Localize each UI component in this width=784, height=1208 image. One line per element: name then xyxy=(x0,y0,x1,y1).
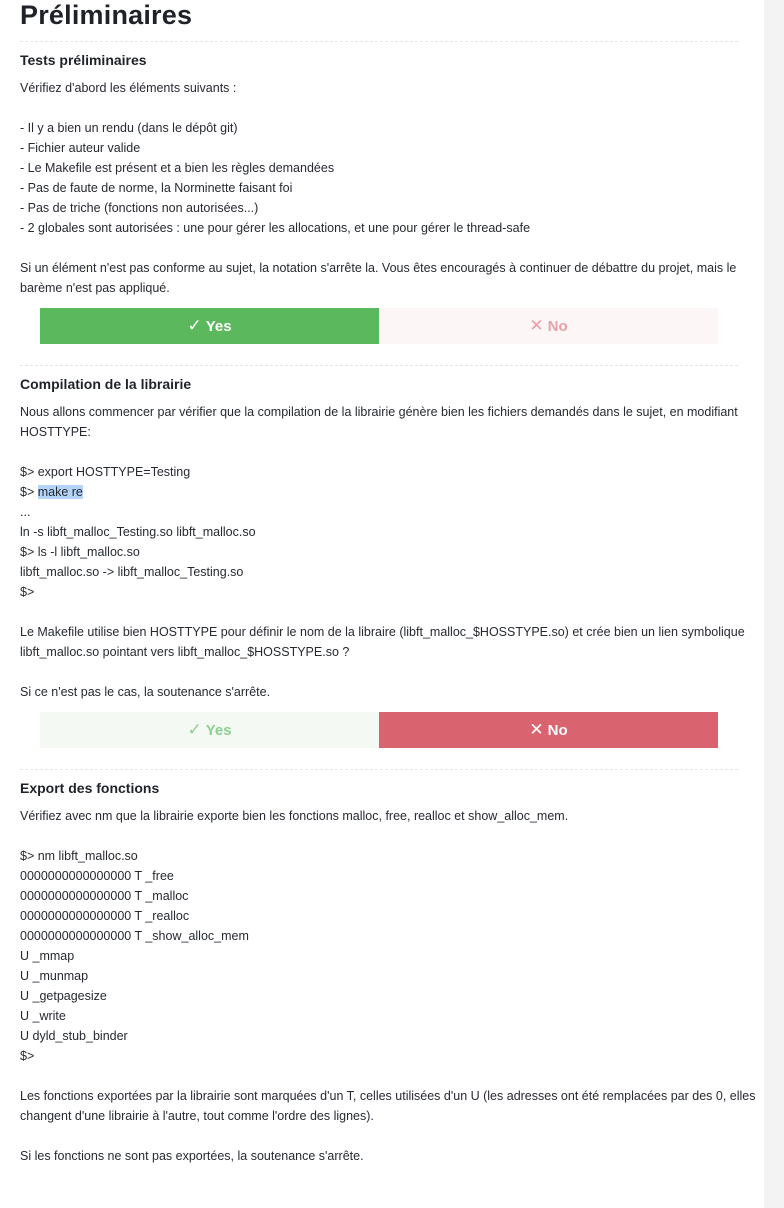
text-line: - Il y a bien un rendu (dans le dépôt gi… xyxy=(20,121,238,135)
text-line: Si un élément n'est pas conforme au suje… xyxy=(20,261,737,275)
text-line: U _mmap xyxy=(20,949,75,963)
selected-text[interactable]: make re xyxy=(37,485,83,499)
section-body-intro: Nous allons commencer par vérifier que l… xyxy=(20,402,738,482)
text-line: - Pas de triche (fonctions non autorisée… xyxy=(20,201,259,215)
text-line: $> xyxy=(20,585,35,599)
section-divider xyxy=(20,365,738,366)
text-line: libft_malloc.so -> libft_malloc_Testing.… xyxy=(20,565,244,579)
text-line: 0000000000000000 T _free xyxy=(20,869,174,883)
section-compilation: Compilation de la librairie Nous allons … xyxy=(20,374,745,748)
text-line: $> ls -l libft_malloc.so xyxy=(20,545,140,559)
text-line: U _write xyxy=(20,1009,66,1023)
yes-label: Yes xyxy=(205,721,232,739)
no-label: No xyxy=(547,317,568,335)
section-tests-preliminaires: Tests préliminaires Vérifiez d'abord les… xyxy=(20,50,738,344)
text-line: 0000000000000000 T _realloc xyxy=(20,909,190,923)
text-line: HOSTTYPE: xyxy=(20,425,91,439)
text-line: libft_malloc.so pointant vers libft_mall… xyxy=(20,645,350,659)
section-body: Vérifiez d'abord les éléments suivants :… xyxy=(20,78,738,298)
section-divider xyxy=(20,41,738,42)
text-line: - Pas de faute de norme, la Norminette f… xyxy=(20,181,293,195)
command-prefix: $> xyxy=(20,485,38,499)
text-line: - Fichier auteur valide xyxy=(20,141,141,155)
text-line: $> export HOSTTYPE=Testing xyxy=(20,465,191,479)
text-line: $> nm libft_malloc.so xyxy=(20,849,138,863)
text-line: U _getpagesize xyxy=(20,989,107,1003)
text-line: U dyld_stub_binder xyxy=(20,1029,128,1043)
text-line: $> xyxy=(20,1049,35,1063)
text-line: - 2 globales sont autorisées : une pour … xyxy=(20,221,531,235)
section-export: Export des fonctions Vérifiez avec nm qu… xyxy=(20,778,756,1166)
section-body: ... ln -s libft_malloc_Testing.so libft_m… xyxy=(20,502,745,702)
text-line: - Le Makefile est présent et a bien les … xyxy=(20,161,335,175)
text-line: Si les fonctions ne sont pas exportées, … xyxy=(20,1149,364,1163)
command-line: $> make re xyxy=(20,482,738,502)
section-title: Export des fonctions xyxy=(20,780,160,796)
section-body: Vérifiez avec nm que la librairie export… xyxy=(20,806,756,1166)
yes-button[interactable]: ✓ Yes xyxy=(40,308,379,344)
no-label: No xyxy=(547,721,568,739)
check-icon: ✓ xyxy=(187,316,202,335)
text-line: Vérifiez avec nm que la librairie export… xyxy=(20,809,569,823)
text-line: Nous allons commencer par vérifier que l… xyxy=(20,405,738,419)
text-line: Vérifiez d'abord les éléments suivants : xyxy=(20,81,237,95)
check-icon: ✓ xyxy=(187,720,202,739)
text-line: Si ce n'est pas le cas, la soutenance s'… xyxy=(20,685,271,699)
text-line: barème n'est pas appliqué. xyxy=(20,281,170,295)
text-line: 0000000000000000 T _show_alloc_mem xyxy=(20,929,249,943)
text-line: U _munmap xyxy=(20,969,89,983)
section-title: Compilation de la librairie xyxy=(20,376,192,392)
vote-buttons: ✓ Yes ✕ No xyxy=(40,308,718,344)
page-title: Préliminaires xyxy=(20,0,193,30)
no-button[interactable]: ✕ No xyxy=(379,712,718,748)
yes-label: Yes xyxy=(205,317,232,335)
section-divider xyxy=(20,769,738,770)
no-button[interactable]: ✕ No xyxy=(379,308,718,344)
text-line: Les fonctions exportées par la librairie… xyxy=(20,1089,756,1103)
section-title: Tests préliminaires xyxy=(20,52,147,68)
text-line: ln -s libft_malloc_Testing.so libft_mall… xyxy=(20,525,256,539)
yes-button[interactable]: ✓ Yes xyxy=(40,712,379,748)
text-line: ... xyxy=(20,505,31,519)
evaluation-page: Préliminaires Tests préliminaires Vérifi… xyxy=(0,0,784,1208)
text-line: changent d'une librairie à l'autre, tout… xyxy=(20,1109,374,1123)
text-line: Le Makefile utilise bien HOSTTYPE pour d… xyxy=(20,625,745,639)
cross-icon: ✕ xyxy=(529,316,544,335)
text-line: 0000000000000000 T _malloc xyxy=(20,889,189,903)
cross-icon: ✕ xyxy=(529,720,544,739)
scroll-gutter xyxy=(764,0,784,1208)
vote-buttons: ✓ Yes ✕ No xyxy=(40,712,718,748)
